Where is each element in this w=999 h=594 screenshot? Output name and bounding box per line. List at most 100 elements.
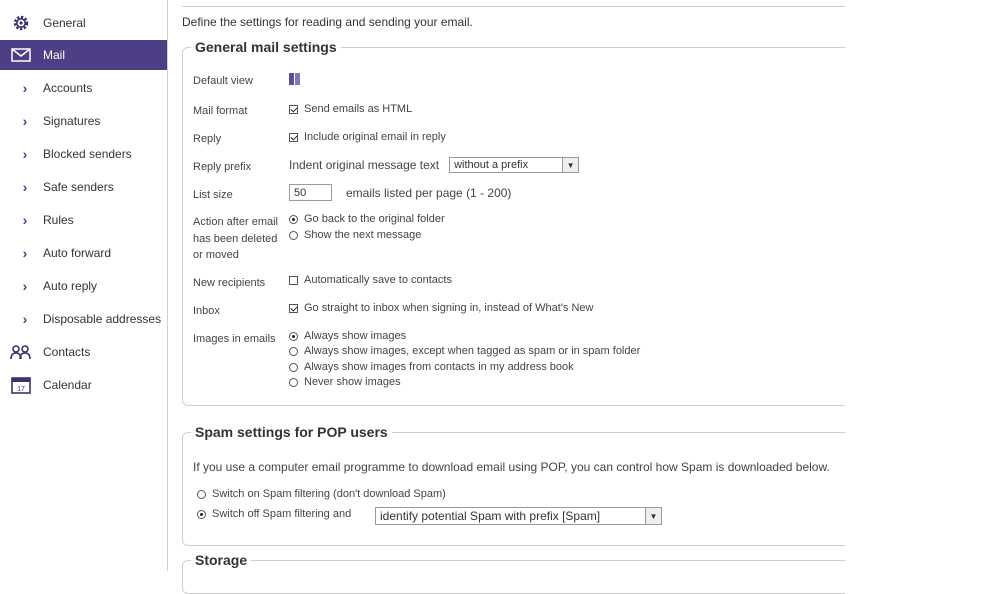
inbox-label: Inbox [193,305,220,317]
chevron-right-icon: › [22,80,28,96]
reply-prefix-select[interactable]: without a prefix ▼ [449,157,580,173]
chevron-right-icon: › [22,278,28,294]
images-option-except-spam[interactable]: Always show images, except when tagged a… [289,345,640,357]
envelope-icon [10,44,32,66]
images-option-label: Always show images [304,330,407,342]
sidebar-item-general[interactable]: General [0,8,167,38]
reply-option-label: Include original email in reply [304,131,446,143]
spam-settings-section: Spam settings for POP users [182,424,845,546]
sidebar-item-auto-reply[interactable]: › Auto reply [0,271,167,301]
chevron-right-icon: › [22,311,28,327]
list-size-suffix: emails listed per page (1 - 200) [346,185,512,200]
sidebar-item-blocked-senders[interactable]: › Blocked senders [0,139,167,169]
contacts-icon [10,341,32,363]
reply-option[interactable]: Include original email in reply [289,131,446,143]
gear-icon [10,12,32,34]
inbox-option[interactable]: Go straight to inbox when signing in, in… [289,302,593,314]
sidebar-item-mail[interactable]: Mail [0,40,167,70]
mail-format-option-label: Send emails as HTML [304,103,413,115]
default-view-toggle[interactable] [289,73,300,85]
spam-off-radio[interactable] [197,509,206,519]
reply-prefix-value: without a prefix [454,159,529,171]
sidebar-item-auto-forward[interactable]: › Auto forward [0,238,167,268]
section-title: Storage [195,552,248,568]
list-size-row: emails listed per page (1 - 200) [289,184,511,201]
mail-format-label: Mail format [193,105,248,117]
spam-option-on[interactable]: Switch on Spam filtering (don't download… [197,488,446,500]
new-recipients-label: New recipients [193,277,266,289]
mail-settings-panel: Define the settings for reading and send… [168,0,999,594]
spam-option-label: Switch on Spam filtering (don't download… [212,488,446,500]
images-always-radio[interactable] [289,331,298,341]
sidebar-item-disposable-addresses[interactable]: › Disposable addresses [0,304,167,334]
spam-description: If you use a computer email programme to… [193,460,830,474]
images-option-never[interactable]: Never show images [289,376,401,388]
reply-prefix-row: Indent original message text without a p… [289,157,580,173]
images-option-label: Never show images [304,376,401,388]
inbox-option-label: Go straight to inbox when signing in, in… [304,302,594,314]
images-option-always[interactable]: Always show images [289,330,406,342]
images-option-label: Always show images from contacts in my a… [304,361,574,373]
chevron-right-icon: › [22,113,28,129]
default-view-label: Default view [193,75,253,87]
images-in-emails-label: Images in emails [193,333,276,345]
list-size-input[interactable] [289,184,332,201]
sidebar-item-signatures[interactable]: › Signatures [0,106,167,136]
images-never-radio[interactable] [289,377,298,387]
top-divider [182,6,845,7]
spam-on-radio[interactable] [197,489,206,499]
sidebar-item-label: Safe senders [43,180,114,194]
new-recipients-checkbox[interactable] [289,275,298,285]
action-option-label: Show the next message [304,229,422,241]
dropdown-arrow-icon: ▼ [562,158,579,172]
sidebar-item-label: Signatures [43,114,101,128]
reply-label: Reply [193,133,222,145]
action-option-next[interactable]: Show the next message [289,229,421,241]
reading-pane-icon [289,73,300,85]
inbox-checkbox[interactable] [289,303,298,313]
mail-format-checkbox[interactable] [289,104,298,114]
new-recipients-option[interactable]: Automatically save to contacts [289,274,452,286]
reply-checkbox[interactable] [289,132,298,142]
sidebar-item-label: Calendar [43,378,92,392]
list-size-label: List size [193,189,233,201]
sidebar-item-label: Rules [43,213,74,227]
action-next-radio[interactable] [289,230,298,240]
images-contacts-radio[interactable] [289,362,298,372]
dropdown-arrow-icon: ▼ [645,508,661,524]
svg-text:17: 17 [17,386,25,393]
chevron-right-icon: › [22,245,28,261]
sidebar-item-contacts[interactable]: Contacts [0,337,167,367]
sidebar-item-safe-senders[interactable]: › Safe senders [0,172,167,202]
sidebar-item-label: Accounts [43,81,93,95]
action-back-radio[interactable] [289,214,298,224]
spam-prefix-select[interactable]: identify potential Spam with prefix [Spa… [375,507,662,525]
images-except-spam-radio[interactable] [289,346,298,356]
sidebar-item-label: Auto forward [43,246,112,260]
chevron-right-icon: › [22,179,28,195]
reply-prefix-label: Reply prefix [193,161,252,173]
sidebar-item-label: General [43,16,86,30]
action-option-back[interactable]: Go back to the original folder [289,213,445,225]
action-option-label: Go back to the original folder [304,213,445,225]
calendar-icon: 17 [10,374,32,396]
action-after-email-label: Action after email has been deleted or m… [193,216,278,261]
intro-text: Define the settings for reading and send… [182,15,473,29]
sidebar-item-label: Mail [43,48,66,62]
sidebar-item-label: Contacts [43,345,91,359]
sidebar-item-label: Blocked senders [43,147,132,161]
sidebar-item-label: Disposable addresses [43,312,162,326]
chevron-right-icon: › [22,146,28,162]
sidebar-item-accounts[interactable]: › Accounts [0,73,167,103]
sidebar-item-rules[interactable]: › Rules [0,205,167,235]
images-option-label: Always show images, except when tagged a… [304,345,641,357]
storage-section: Storage [182,552,845,594]
mail-format-option[interactable]: Send emails as HTML [289,103,412,115]
spam-prefix-row: identify potential Spam with prefix [Spa… [375,507,662,525]
section-title: General mail settings [195,39,337,55]
spam-option-label: Switch off Spam filtering and [212,508,352,520]
spam-option-off[interactable]: Switch off Spam filtering and [197,508,351,520]
chevron-right-icon: › [22,212,28,228]
sidebar-item-calendar[interactable]: 17 Calendar [0,370,167,400]
images-option-contacts[interactable]: Always show images from contacts in my a… [289,361,574,373]
